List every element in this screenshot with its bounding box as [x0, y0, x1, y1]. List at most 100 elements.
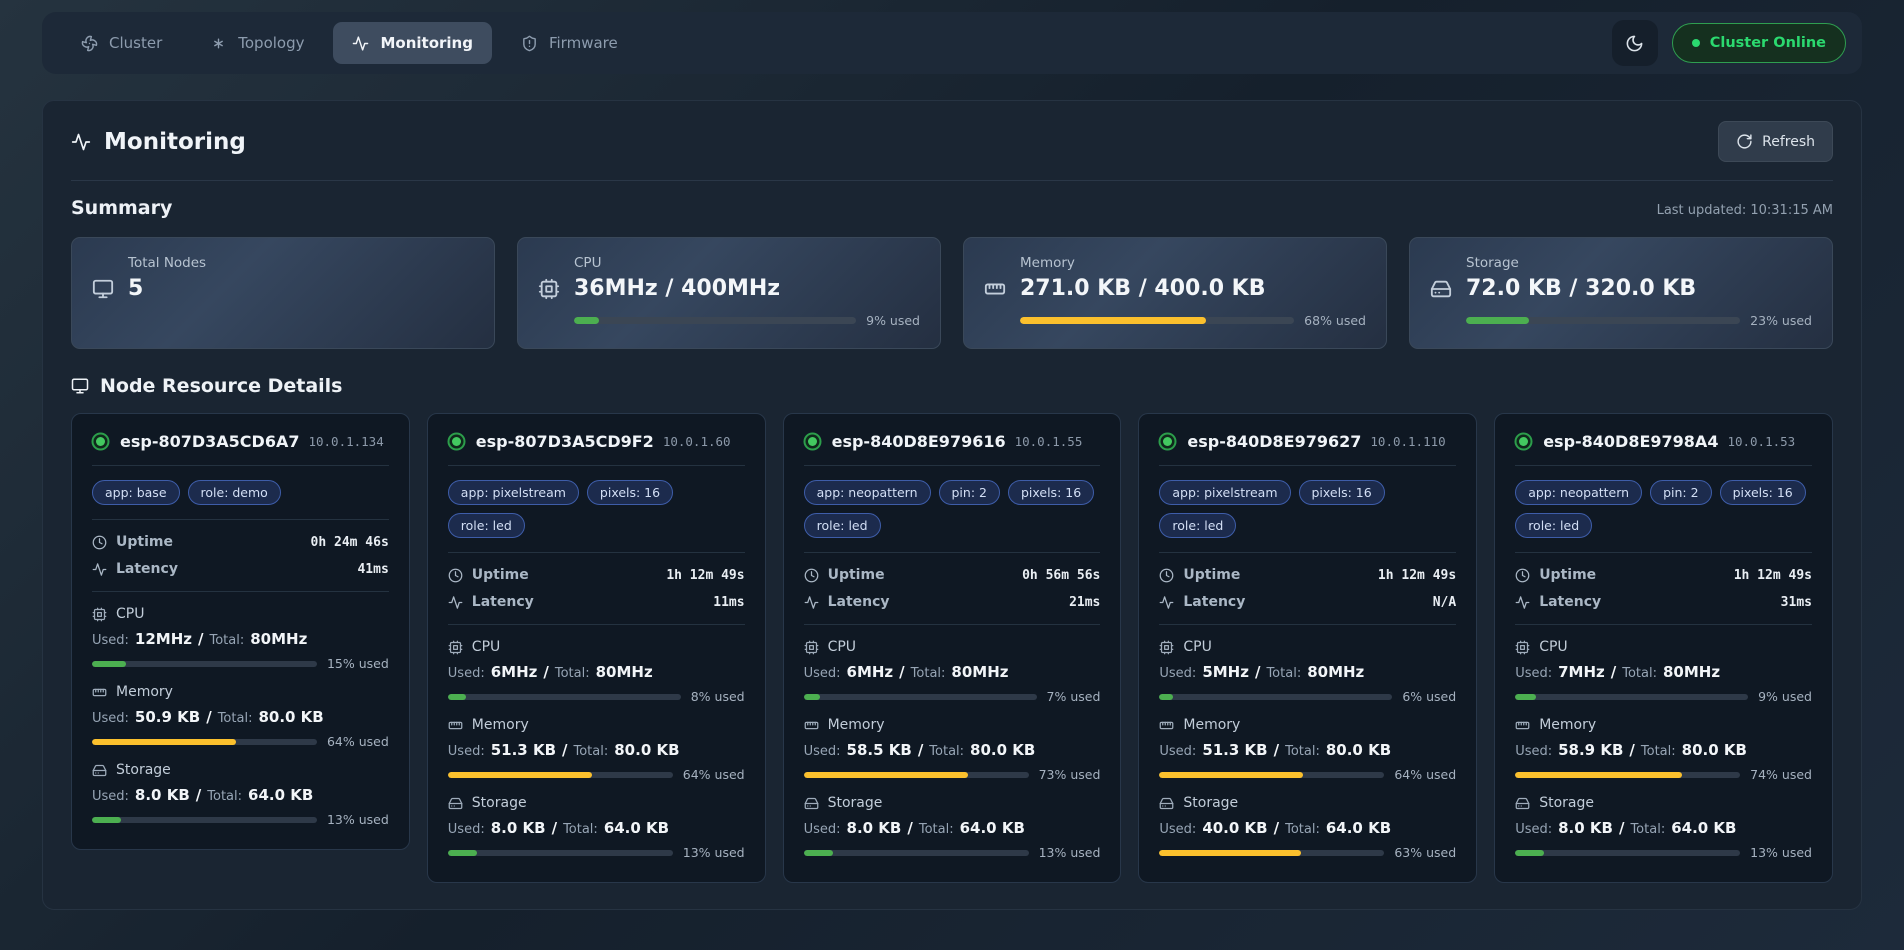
memory-total-value: 80.0 KB — [1326, 741, 1391, 759]
latency-label: Latency — [1539, 594, 1601, 610]
top-nav: Cluster Topology Monitoring Firmware Clu… — [42, 12, 1862, 74]
summary-header: Summary Last updated: 10:31:15 AM — [71, 197, 1833, 219]
node-ip: 10.0.1.53 — [1727, 434, 1795, 449]
usage-bar-row: 64% used — [92, 734, 389, 749]
page-title: Monitoring — [71, 129, 246, 155]
usage-bar-fill — [804, 772, 968, 778]
last-updated-text: Last updated: 10:31:15 AM — [1657, 203, 1833, 218]
memory-metric-label: Memory — [1183, 717, 1240, 733]
slash: / — [1274, 741, 1279, 759]
theme-toggle-button[interactable] — [1612, 20, 1658, 66]
usage-percent-label: 74% used — [1750, 767, 1812, 782]
clock-icon — [1159, 568, 1174, 583]
nav-tab-label: Firmware — [549, 34, 618, 52]
activity-icon — [71, 132, 91, 152]
summary-card-value: 36MHz / 400MHz — [574, 276, 920, 301]
total-label: Total: — [218, 711, 253, 726]
uptime-row: Uptime 0h 24m 46s — [92, 534, 389, 550]
divider — [804, 624, 1101, 625]
usage-bar-track — [92, 739, 317, 745]
usage-percent-label: 9% used — [866, 313, 920, 328]
usage-bar-fill — [804, 850, 833, 856]
tag-pill: role: led — [448, 513, 525, 538]
nav-tab[interactable]: Monitoring — [333, 22, 491, 64]
tag-pill: pixels: 16 — [1720, 480, 1806, 505]
slash: / — [899, 663, 904, 681]
latency-value: 31ms — [1781, 595, 1812, 610]
fan-icon — [81, 35, 98, 52]
memory-metric: Memory Used:51.3 KB/Total:80.0 KB 64% us… — [448, 717, 745, 782]
latency-label: Latency — [1183, 594, 1245, 610]
cpu-used-value: 5MHz — [1202, 663, 1249, 681]
nav-tab[interactable]: Firmware — [502, 22, 637, 64]
tag-pill: pixels: 16 — [1299, 480, 1385, 505]
node-card: esp-840D8E979627 10.0.1.110 app: pixelst… — [1138, 413, 1477, 883]
usage-bar-row: 8% used — [448, 689, 745, 704]
total-label: Total: — [1285, 822, 1320, 837]
slash: / — [918, 741, 923, 759]
usage-bar-fill — [1159, 850, 1301, 856]
divider — [804, 465, 1101, 466]
summary-heading: Summary — [71, 197, 172, 219]
usage-percent-label: 13% used — [1750, 845, 1812, 860]
total-label: Total: — [1622, 666, 1657, 681]
uptime-value: 1h 12m 49s — [1734, 568, 1812, 583]
summary-card-value: 271.0 KB / 400.0 KB — [1020, 276, 1366, 301]
storage-metric-label: Storage — [1539, 795, 1594, 811]
memory-icon — [92, 685, 107, 700]
memory-total-value: 80.0 KB — [970, 741, 1035, 759]
total-label: Total: — [207, 789, 242, 804]
latency-row: Latency 21ms — [804, 594, 1101, 610]
cpu-total-value: 80MHz — [951, 663, 1008, 681]
tag-pill: pin: 2 — [939, 480, 1000, 505]
cpu-total-value: 80MHz — [596, 663, 653, 681]
node-tags: app: pixelstream pixels: 16 role: led — [1159, 480, 1456, 538]
memory-used-value: 58.9 KB — [1558, 741, 1623, 759]
refresh-button[interactable]: Refresh — [1718, 121, 1833, 162]
page-title-text: Monitoring — [104, 129, 246, 155]
latency-label: Latency — [472, 594, 534, 610]
cpu-icon — [538, 278, 560, 300]
usage-bar-track — [1159, 694, 1392, 700]
cpu-total-value: 80MHz — [1307, 663, 1364, 681]
tag-pill: role: demo — [188, 480, 281, 505]
usage-bar-row: 13% used — [804, 845, 1101, 860]
nav-tab[interactable]: Topology — [191, 22, 323, 64]
node-card: esp-840D8E979616 10.0.1.55 app: neopatte… — [783, 413, 1122, 883]
usage-percent-label: 63% used — [1394, 845, 1456, 860]
total-label: Total: — [919, 822, 954, 837]
usage-bar-track — [1159, 772, 1384, 778]
usage-bar-row: 9% used — [574, 313, 920, 328]
activity-icon — [1159, 595, 1174, 610]
memory-metric: Memory Used:58.9 KB/Total:80.0 KB 74% us… — [1515, 717, 1812, 782]
usage-percent-label: 64% used — [327, 734, 389, 749]
storage-metric: Storage Used:8.0 KB/Total:64.0 KB 13% us… — [448, 795, 745, 860]
usage-bar-track — [1159, 850, 1384, 856]
usage-bar-row: 73% used — [804, 767, 1101, 782]
slash: / — [543, 663, 548, 681]
node-card: esp-807D3A5CD9F2 10.0.1.60 app: pixelstr… — [427, 413, 766, 883]
uptime-value: 0h 56m 56s — [1022, 568, 1100, 583]
usage-percent-label: 6% used — [1402, 689, 1456, 704]
node-ip: 10.0.1.110 — [1370, 434, 1445, 449]
used-label: Used: — [1159, 744, 1196, 759]
refresh-button-label: Refresh — [1762, 134, 1815, 150]
storage-total-value: 64.0 KB — [960, 819, 1025, 837]
usage-bar-track — [804, 772, 1029, 778]
divider — [71, 180, 1833, 181]
nav-tab[interactable]: Cluster — [62, 22, 181, 64]
memory-metric: Memory Used:58.5 KB/Total:80.0 KB 73% us… — [804, 717, 1101, 782]
storage-used-value: 8.0 KB — [135, 786, 190, 804]
activity-icon — [804, 595, 819, 610]
storage-used-value: 40.0 KB — [1202, 819, 1267, 837]
used-label: Used: — [448, 744, 485, 759]
summary-card-label: CPU — [574, 255, 920, 271]
usage-bar-fill — [1466, 317, 1529, 324]
memory-metric-label: Memory — [828, 717, 885, 733]
usage-bar-track — [92, 817, 317, 823]
node-card-header: esp-807D3A5CD6A7 10.0.1.134 — [92, 432, 389, 451]
cpu-metric: CPU Used:12MHz/Total:80MHz 15% used — [92, 606, 389, 671]
tag-pill: role: led — [1159, 513, 1236, 538]
usage-bar-row: 74% used — [1515, 767, 1812, 782]
slash: / — [1611, 663, 1616, 681]
